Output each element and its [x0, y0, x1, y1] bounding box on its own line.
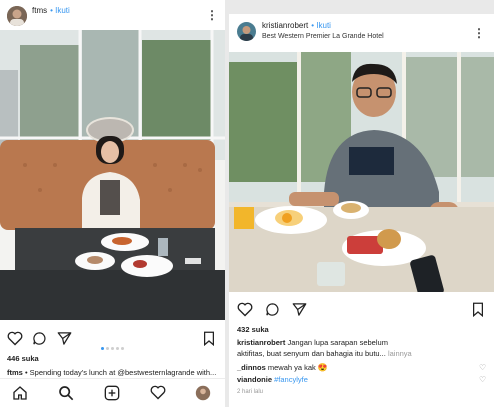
user-avatar[interactable]	[237, 22, 256, 41]
profile-avatar-icon[interactable]	[195, 385, 211, 401]
more-vertical-icon[interactable]: ⋮	[206, 8, 218, 22]
new-post-icon[interactable]	[104, 385, 120, 401]
post-photo[interactable]	[0, 30, 225, 320]
follow-link[interactable]: • Ikuti	[50, 6, 70, 15]
bookmark-icon[interactable]	[472, 302, 484, 317]
username-text[interactable]: kristianrobert	[262, 21, 308, 30]
more-link[interactable]: lainnya	[388, 349, 412, 358]
activity-heart-icon[interactable]	[150, 385, 166, 400]
send-icon[interactable]	[292, 302, 307, 317]
post-timestamp: 2 hari lalu	[237, 389, 264, 395]
post-card-ftms: ftms • Ikuti ⋮ 446 suka ftms • Spending …	[0, 0, 225, 407]
comment-like-icon[interactable]: ♡	[479, 375, 486, 384]
avatar-image	[7, 6, 27, 26]
bookmark-icon[interactable]	[203, 331, 215, 346]
caption-text: • Spending today's lunch at @bestwestern…	[24, 368, 217, 377]
more-vertical-icon[interactable]: ⋮	[473, 26, 485, 40]
caption-username[interactable]: kristianrobert	[237, 338, 285, 347]
post-photo-image	[0, 30, 225, 320]
comment-text[interactable]: #fancylyfe	[274, 375, 308, 384]
carousel-dot	[116, 347, 119, 350]
comment-icon[interactable]	[265, 302, 280, 317]
caption: kristianrobert Jangan lupa sarapan sebel…	[237, 338, 388, 347]
bottom-navigation	[0, 378, 225, 407]
likes-text: 446 suka	[7, 354, 39, 363]
caption-text: Jangan lupa sarapan sebelum	[287, 338, 388, 347]
follow-link[interactable]: • Ikuti	[311, 21, 331, 30]
likes-count[interactable]: 432 suka	[237, 325, 269, 334]
emoji-icon: 😍	[317, 363, 328, 372]
comment-row: viandonie #fancylyfe	[237, 375, 308, 384]
comment-username[interactable]: _dinnos	[237, 363, 266, 372]
carousel-indicator	[101, 337, 126, 355]
carousel-dot	[111, 347, 114, 350]
location-link[interactable]: Best Western Premier La Grande Hotel	[262, 33, 384, 40]
caption-username[interactable]: ftms	[7, 368, 23, 377]
home-icon[interactable]	[12, 385, 28, 401]
caption-line-2: aktifitas, buat senyum dan bahagia itu b…	[237, 349, 412, 358]
post-photo[interactable]	[229, 52, 494, 292]
comment-icon[interactable]	[32, 331, 47, 346]
username-label[interactable]: kristianrobert • Ikuti	[262, 21, 331, 30]
carousel-dot	[101, 347, 104, 350]
search-icon[interactable]	[58, 385, 74, 401]
comment-row: _dinnos mewah ya kak 😍	[237, 363, 328, 372]
comment-username[interactable]: viandonie	[237, 375, 272, 384]
post-photo-image	[229, 52, 494, 292]
caption-text-continued: aktifitas, buat senyum dan bahagia itu b…	[237, 349, 386, 358]
caption: ftms • Spending today's lunch at @bestwe…	[7, 368, 216, 377]
user-avatar[interactable]	[7, 6, 27, 26]
avatar-image	[237, 22, 256, 41]
post-header: kristianrobert • Ikuti Best Western Premi…	[229, 14, 494, 50]
carousel-dot	[106, 347, 109, 350]
username-label[interactable]: ftms • Ikuti	[32, 6, 70, 15]
comment-text: mewah ya kak	[267, 363, 316, 372]
send-icon[interactable]	[57, 331, 72, 346]
username-text[interactable]: ftms	[32, 6, 47, 15]
carousel-dot	[121, 347, 124, 350]
heart-icon[interactable]	[7, 331, 23, 346]
comment-like-icon[interactable]: ♡	[479, 363, 486, 372]
likes-count[interactable]: 446 suka	[7, 354, 39, 363]
likes-text: 432 suka	[237, 325, 269, 334]
heart-icon[interactable]	[237, 302, 253, 317]
post-card-kristianrobert: kristianrobert • Ikuti Best Western Premi…	[229, 14, 494, 407]
